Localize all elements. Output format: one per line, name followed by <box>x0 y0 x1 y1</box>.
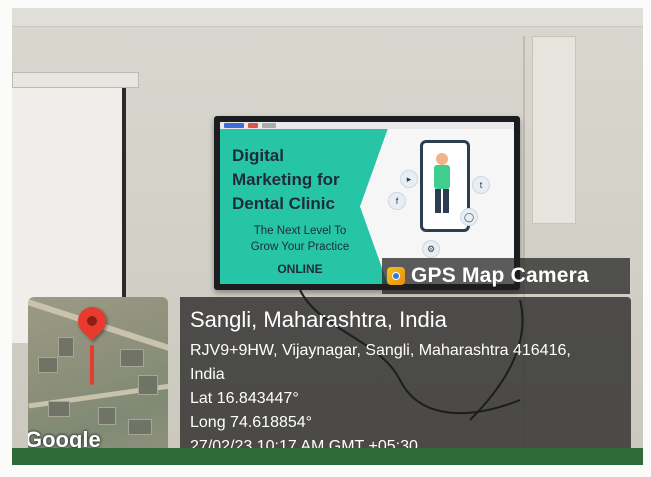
floor-carpet <box>12 448 643 465</box>
gps-app-header: GPS Map Camera <box>382 258 630 294</box>
location-map-thumbnail: Google <box>28 297 168 467</box>
gps-app-title: GPS Map Camera <box>411 264 589 287</box>
photo-scene: Digital Marketing for Dental Clinic The … <box>0 0 651 477</box>
map-pin-stem <box>90 345 94 385</box>
location-address-line1: RJV9+9HW, Vijaynagar, Sangli, Maharashtr… <box>190 342 571 359</box>
location-longitude: Long 74.618854° <box>190 414 313 431</box>
location-city: Sangli, Maharashtra, India <box>190 307 447 332</box>
gps-map-camera-icon <box>387 267 405 285</box>
location-address-line2: India <box>190 366 225 383</box>
location-latitude: Lat 16.843447° <box>190 390 299 407</box>
location-info-panel: Sangli, Maharashtra, India RJV9+9HW, Vij… <box>180 297 631 465</box>
map-pin-icon <box>72 301 112 341</box>
